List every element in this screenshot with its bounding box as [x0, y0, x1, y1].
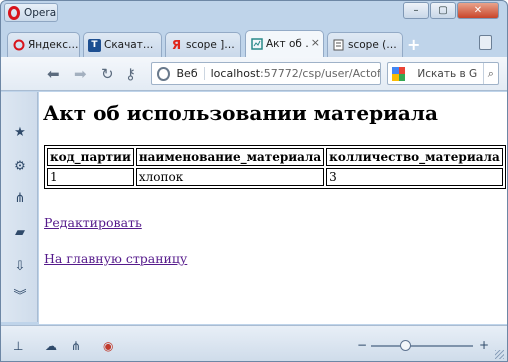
window-controls: – ▢ ✕: [402, 2, 499, 19]
forward-arrow-icon[interactable]: ➡: [74, 65, 87, 83]
sidebar-panel: ★ ⚙ ⋔ ▰ ⇩ ︾: [1, 92, 38, 322]
minimize-button[interactable]: –: [403, 2, 429, 19]
close-tab-icon[interactable]: ×: [311, 36, 320, 49]
edit-link[interactable]: Редактировать: [44, 215, 142, 230]
column-header: наименование_материала: [135, 148, 325, 166]
zoom-slider[interactable]: [371, 340, 473, 351]
title-bar: Opera – ▢ ✕: [1, 1, 507, 25]
turbo-icon[interactable]: ◉: [103, 339, 113, 353]
cloud-icon[interactable]: ☁: [45, 339, 57, 353]
yandex-icon: Я: [171, 38, 182, 52]
reload-icon[interactable]: ↻: [101, 65, 114, 83]
column-header: колличество_материала: [326, 148, 503, 166]
table-header-row: код_партии наименование_материала коллич…: [47, 148, 503, 166]
tab-label: scope (…: [348, 39, 397, 51]
opera-menu-button[interactable]: Opera: [4, 3, 58, 22]
unite-icon[interactable]: ⋔: [71, 339, 81, 353]
tab-strip: Яндекс… T Скачат… Я scope ]… Акт об … × …: [1, 29, 507, 57]
opera-menu-label: Opera: [24, 6, 57, 19]
notes-icon[interactable]: ▰: [13, 225, 27, 240]
t-site-icon: T: [88, 38, 101, 52]
url-path: :57772/csp/user/Actofmate: [260, 67, 380, 80]
downloads-icon[interactable]: ⇩: [13, 259, 27, 274]
key-icon[interactable]: ⚷: [125, 65, 136, 83]
search-magnifier-icon[interactable]: ⌕: [482, 63, 498, 84]
url-host: localhost: [210, 67, 261, 80]
table-cell: 1: [47, 168, 134, 186]
tab-act-active[interactable]: Акт об … ×: [245, 30, 324, 57]
opera-logo-icon: [8, 5, 20, 20]
settings-gear-icon[interactable]: ⚙: [13, 159, 27, 174]
web-page-content: Акт об использовании материала код_парти…: [39, 92, 507, 324]
bookmarks-star-icon[interactable]: ★: [13, 125, 27, 140]
browser-window: Opera – ▢ ✕ Яндекс… T Скачат… Я scope ]…: [0, 0, 508, 362]
panel-toggle-icon[interactable]: ⊥: [13, 339, 23, 353]
url-text: localhost:57772/csp/user/Actofmate: [211, 67, 380, 80]
tab-yandex[interactable]: Яндекс…: [7, 32, 80, 57]
tab-label: Скачат…: [104, 39, 154, 51]
back-arrow-icon[interactable]: ⬅: [47, 65, 60, 83]
table-cell: хлопок: [135, 168, 325, 186]
tab-label: scope ]…: [186, 39, 235, 51]
document-icon: [332, 39, 345, 52]
zoom-slider-knob[interactable]: [400, 340, 411, 351]
tab-label: Акт об …: [266, 38, 309, 50]
google-icon: [392, 66, 406, 81]
table-row: 1 хлопок 3: [47, 168, 503, 186]
navigation-toolbar: ⬅ ➡ ↻ ⚷ Веб localhost:57772/csp/user/Act…: [1, 57, 507, 91]
new-tab-icon[interactable]: +: [407, 35, 420, 54]
page-icon: [250, 38, 263, 51]
address-bar[interactable]: Веб localhost:57772/csp/user/Actofmate: [151, 62, 381, 85]
search-box[interactable]: Искать в G ⌕: [387, 62, 499, 85]
column-header: код_партии: [47, 148, 134, 166]
maximize-button[interactable]: ▢: [430, 2, 456, 19]
globe-icon: [157, 66, 170, 81]
page-title: Акт об использовании материала: [43, 101, 438, 125]
zoom-out-icon[interactable]: −: [357, 338, 367, 352]
address-mode-label: Веб: [177, 67, 205, 80]
material-usage-table: код_партии наименование_материала коллич…: [44, 145, 506, 189]
home-page-link[interactable]: На главную страницу: [44, 251, 187, 266]
unite-share-icon[interactable]: ⋔: [13, 191, 27, 206]
closed-tabs-trash-icon[interactable]: [479, 35, 492, 50]
tab-scope-doc[interactable]: scope (…: [327, 32, 403, 57]
status-bar: ⊥ ☁ ⋔ ◉ − +: [1, 325, 507, 361]
tab-download[interactable]: T Скачат…: [83, 32, 162, 57]
tab-label: Яндекс…: [28, 39, 79, 51]
resize-grip-icon[interactable]: [495, 350, 504, 359]
search-input[interactable]: Искать в G: [417, 68, 482, 80]
close-button[interactable]: ✕: [457, 2, 499, 19]
more-chevron-icon[interactable]: ︾: [13, 287, 27, 304]
opera-speed-dial-icon: [12, 39, 25, 52]
zoom-in-icon[interactable]: +: [479, 338, 489, 352]
table-cell: 3: [326, 168, 503, 186]
tab-scope-yandex[interactable]: Я scope ]…: [165, 32, 241, 57]
